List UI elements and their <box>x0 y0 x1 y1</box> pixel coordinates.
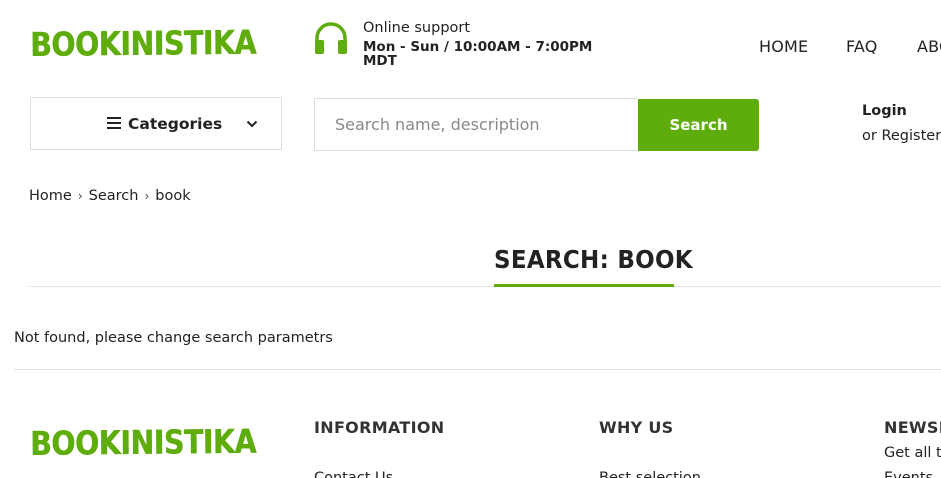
chevron-right-icon: › <box>144 189 150 203</box>
title-underline <box>494 284 674 287</box>
chevron-right-icon: › <box>77 189 83 203</box>
search-input[interactable] <box>314 98 638 151</box>
register-prefix: or <box>862 128 877 144</box>
breadcrumb-search[interactable]: Search <box>89 188 139 204</box>
footer-divider <box>14 369 941 370</box>
menu-icon <box>107 117 121 129</box>
nav-home[interactable]: HOME <box>759 37 808 56</box>
register-line: or Register <box>862 128 941 144</box>
footer-why-us-heading: WHY US <box>599 418 674 437</box>
not-found-message: Not found, please change search parametr… <box>14 330 333 346</box>
footer-newsletter-text-2: Events, S <box>884 470 941 478</box>
footer-newsletter-heading: NEWSL <box>884 418 941 437</box>
nav-about[interactable]: ABO <box>917 37 941 56</box>
support-title: Online support <box>363 20 471 36</box>
footer-newsletter-text: Get all th <box>884 445 941 461</box>
breadcrumb-home[interactable]: Home <box>29 188 72 204</box>
headset-icon <box>315 22 347 54</box>
nav-faq[interactable]: FAQ <box>846 37 878 56</box>
breadcrumb-current: book <box>155 188 191 204</box>
categories-button[interactable]: Categories <box>30 97 282 150</box>
search-button[interactable]: Search <box>638 99 759 151</box>
footer-link-best-selection[interactable]: Best selection <box>599 470 701 478</box>
footer-information-heading: INFORMATION <box>314 418 445 437</box>
footer-logo[interactable]: BOOKINISTIKA <box>30 422 256 463</box>
register-link[interactable]: Register <box>881 128 941 144</box>
breadcrumb: Home › Search › book <box>29 188 191 204</box>
site-logo[interactable]: BOOKINISTIKA <box>30 23 256 64</box>
footer-link-contact[interactable]: Contact Us <box>314 470 393 478</box>
categories-label: Categories <box>128 115 223 133</box>
login-link[interactable]: Login <box>862 103 907 119</box>
title-divider <box>29 286 941 287</box>
chevron-down-icon <box>246 120 258 128</box>
page-title: SEARCH: BOOK <box>494 245 693 274</box>
support-hours: Mon - Sun / 10:00AM - 7:00PM MDT <box>363 39 593 69</box>
